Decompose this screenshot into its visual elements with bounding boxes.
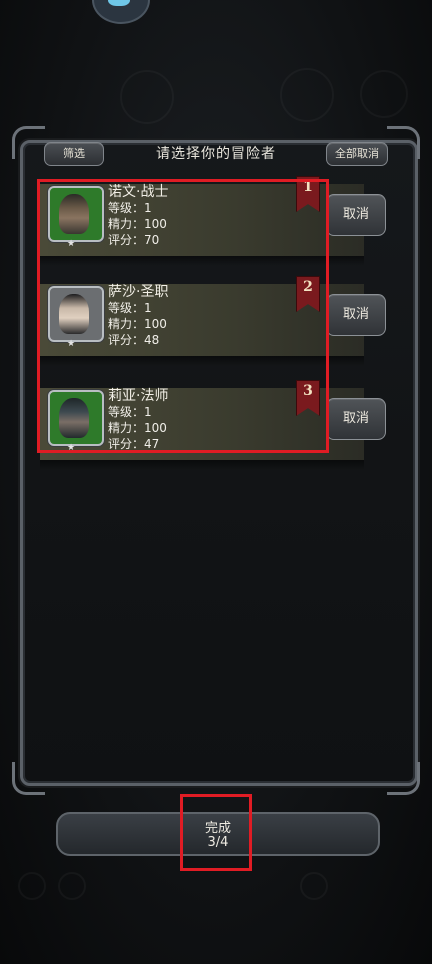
background-ornament xyxy=(360,70,408,118)
adventurer-name: 莉亚·法师 xyxy=(108,388,169,404)
adventurer-level: 等级：1 xyxy=(108,201,152,215)
panel-corner-ornament xyxy=(12,762,45,795)
panel-header: 筛选 请选择你的冒险者 全部取消 xyxy=(44,140,388,168)
adventurer-score: 评分：48 xyxy=(108,333,160,347)
done-label: 完成 xyxy=(204,821,231,836)
panel-corner-ornament xyxy=(12,126,45,159)
adventurer-name: 萨沙·圣职 xyxy=(108,284,169,300)
adventurer-row[interactable]: ★ 诺文·战士 等级：1 精力：100 评分：70 1 取消 xyxy=(40,176,398,266)
star-icon: ★ xyxy=(67,239,76,249)
cancel-button[interactable]: 取消 xyxy=(326,294,386,336)
adventurer-name: 诺文·战士 xyxy=(108,184,169,200)
adventurer-energy: 精力：100 xyxy=(108,217,167,231)
adventurer-level: 等级：1 xyxy=(108,301,152,315)
cancel-all-button[interactable]: 全部取消 xyxy=(326,142,388,166)
background-ornament xyxy=(280,68,334,122)
row-shadow xyxy=(40,460,364,470)
warrior-portrait-icon xyxy=(48,186,104,242)
cancel-button[interactable]: 取消 xyxy=(326,194,386,236)
adventurer-score: 评分：70 xyxy=(108,233,160,247)
background-ornament xyxy=(300,872,328,900)
panel-corner-ornament xyxy=(387,762,420,795)
adventurer-row[interactable]: ★ 萨沙·圣职 等级：1 精力：100 评分：48 2 取消 xyxy=(40,276,398,366)
adventurer-energy: 精力：100 xyxy=(108,317,167,331)
cleric-portrait-icon xyxy=(48,286,104,342)
cancel-button[interactable]: 取消 xyxy=(326,398,386,440)
selection-count: 3/4 xyxy=(207,835,229,850)
adventurer-row[interactable]: ★ 莉亚·法师 等级：1 精力：100 评分：47 3 取消 xyxy=(40,380,398,470)
background-ornament xyxy=(120,70,174,124)
row-shadow xyxy=(40,256,364,266)
background-ornament xyxy=(18,872,46,900)
mage-portrait-icon xyxy=(48,390,104,446)
row-shadow xyxy=(40,356,364,366)
adventurer-level: 等级：1 xyxy=(108,405,152,419)
adventurer-energy: 精力：100 xyxy=(108,421,167,435)
background-ornament xyxy=(58,872,86,900)
bird-icon xyxy=(108,0,130,6)
star-icon: ★ xyxy=(67,443,76,453)
star-icon: ★ xyxy=(67,339,76,349)
top-emblem xyxy=(92,0,150,24)
panel-corner-ornament xyxy=(387,126,420,159)
done-button[interactable]: 完成 3/4 xyxy=(56,812,380,856)
adventurer-score: 评分：47 xyxy=(108,437,160,451)
